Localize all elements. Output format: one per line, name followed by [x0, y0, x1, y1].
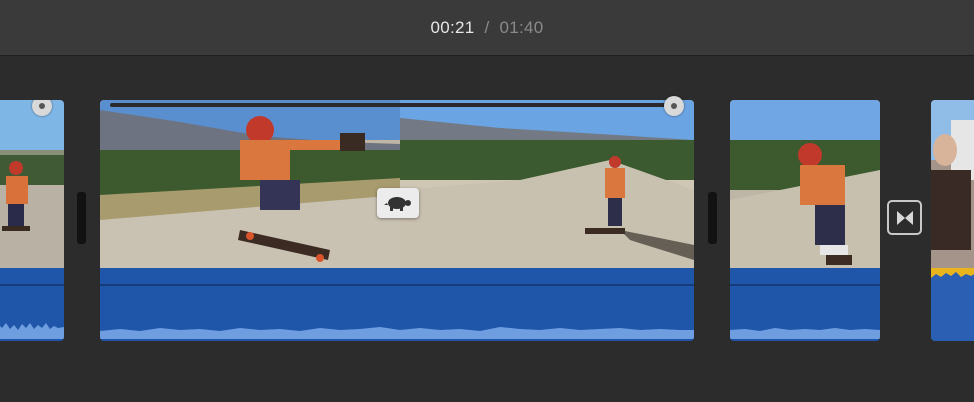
- total-duration: 01:40: [499, 17, 544, 37]
- clip-left-partial[interactable]: [0, 100, 64, 341]
- bowtie-transition-icon[interactable]: [887, 200, 922, 235]
- clip-trim-handle[interactable]: [77, 192, 86, 244]
- clip-thumbnail: [931, 100, 974, 268]
- clip-thumbnail: [0, 100, 64, 268]
- clip-slow-motion[interactable]: [100, 100, 694, 341]
- slider-knob-icon[interactable]: [664, 96, 684, 116]
- clip-middle[interactable]: [730, 100, 880, 341]
- clip-right-partial[interactable]: [931, 100, 974, 341]
- time-separator: /: [484, 17, 490, 37]
- clip-thumbnail: [100, 100, 694, 268]
- audio-track[interactable]: [730, 268, 880, 341]
- clip-trim-handle[interactable]: [708, 192, 717, 244]
- speed-slider-track[interactable]: [110, 103, 676, 107]
- audio-track[interactable]: [100, 268, 694, 341]
- current-time: 00:21: [430, 17, 475, 37]
- turtle-icon[interactable]: [377, 188, 419, 218]
- audio-track[interactable]: [931, 268, 974, 341]
- audio-track[interactable]: [0, 268, 64, 341]
- timecode-display: 00:21 / 01:40: [0, 0, 974, 56]
- clip-thumbnail: [730, 100, 880, 268]
